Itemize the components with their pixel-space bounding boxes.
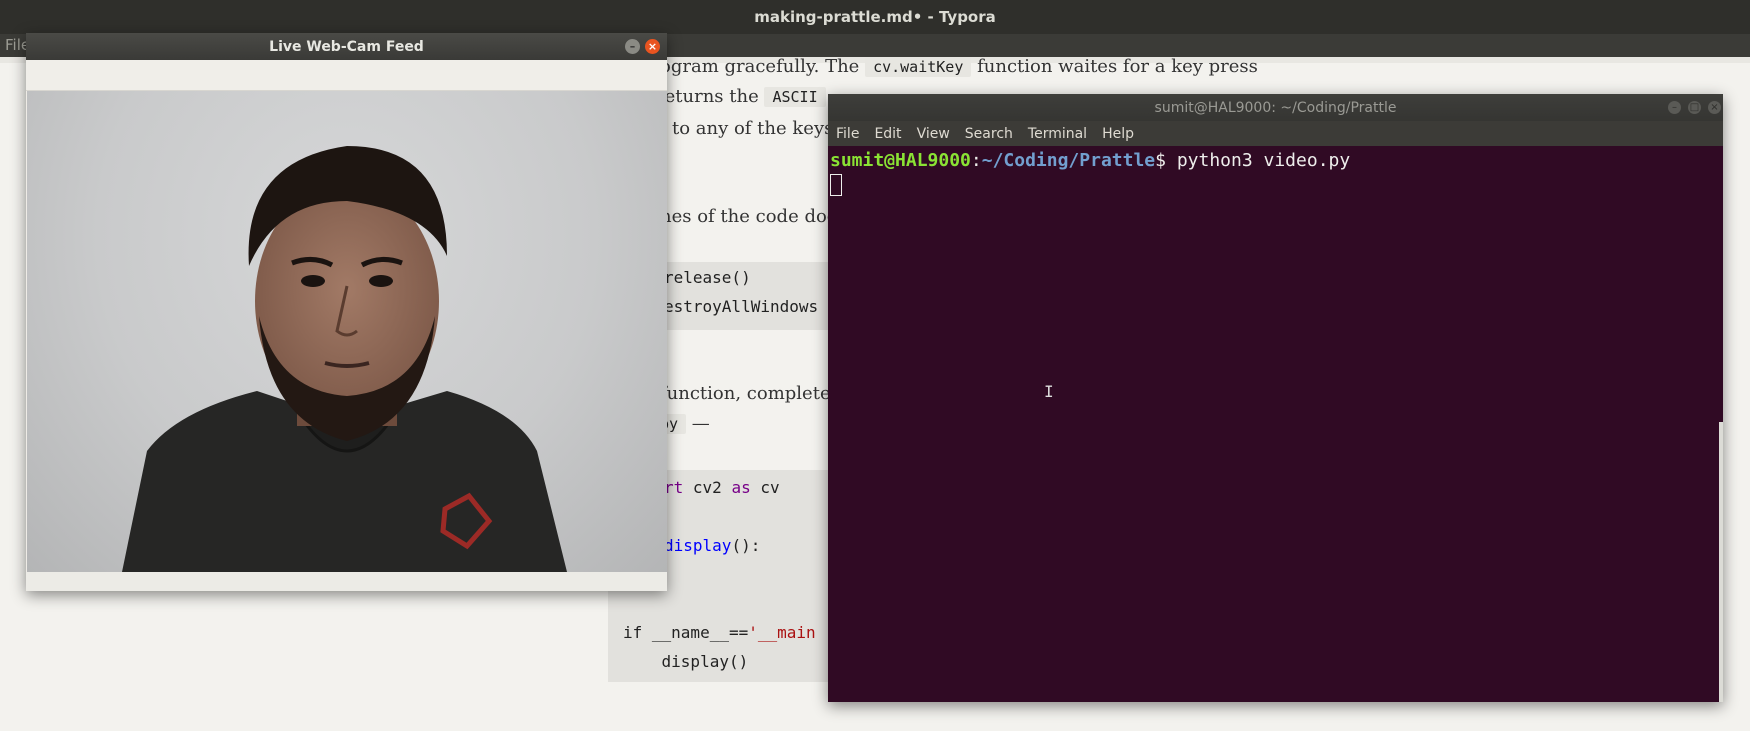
doc-paragraph-line: py —: [660, 413, 710, 434]
typora-titlebar: making-prattle.md• - Typora: [0, 0, 1750, 34]
terminal-menu-help[interactable]: Help: [1102, 126, 1134, 142]
doc-paragraph-line: s to any of the keys: [657, 118, 834, 139]
doc-paragraph-line: returns the ASCII: [656, 86, 826, 107]
doc-text: ogram gracefully. The: [660, 56, 860, 77]
doc-paragraph-line: function, complete: [660, 383, 831, 404]
code-text: cv2: [683, 478, 732, 497]
doc-paragraph-line: ogram gracefully. The cv.waitKey functio…: [660, 56, 1258, 77]
terminal-scrollbar[interactable]: [1719, 422, 1723, 702]
code-line: estroyAllWindows: [664, 297, 819, 316]
webcam-statusbar: [26, 572, 667, 591]
doc-text: —: [691, 413, 710, 434]
minimize-icon[interactable]: –: [1668, 101, 1681, 114]
webcam-titlebar[interactable]: Live Web-Cam Feed – ×: [26, 33, 667, 60]
code-line: rt cv2 as cv: [664, 478, 780, 497]
terminal-menu-file[interactable]: File: [836, 126, 859, 142]
webcam-person-image: [122, 146, 567, 572]
minimize-icon[interactable]: –: [625, 39, 640, 54]
webcam-toolbar: [26, 60, 667, 91]
prompt-dollar: $: [1155, 150, 1177, 171]
close-icon[interactable]: ×: [645, 39, 660, 54]
code-text: cv: [750, 478, 780, 497]
prompt-separator: :: [970, 150, 982, 171]
code-string: '__main: [748, 623, 816, 642]
close-icon[interactable]: ×: [1708, 101, 1721, 114]
code-keyword: as: [731, 478, 751, 497]
inline-code: cv.waitKey: [865, 57, 972, 77]
terminal-menubar: File Edit View Search Terminal Help: [828, 121, 1723, 146]
code-line: if __name__=='__main: [623, 623, 816, 642]
typora-window-title: making-prattle.md• - Typora: [754, 8, 996, 26]
webcam-window[interactable]: Live Web-Cam Feed – ×: [26, 33, 667, 591]
code-line: display():: [664, 536, 760, 555]
webcam-window-title: Live Web-Cam Feed: [269, 38, 424, 55]
terminal-menu-search[interactable]: Search: [965, 126, 1013, 142]
doc-text: function waites for a key press: [977, 56, 1258, 77]
maximize-icon[interactable]: □: [1688, 101, 1701, 114]
terminal-body[interactable]: sumit@HAL9000:~/Coding/Prattle$ python3 …: [828, 146, 1723, 702]
doc-paragraph-line: nes of the code doe: [660, 206, 838, 227]
terminal-window-title: sumit@HAL9000: ~/Coding/Prattle: [1154, 99, 1397, 116]
terminal-window[interactable]: sumit@HAL9000: ~/Coding/Prattle – □ × Fi…: [828, 94, 1723, 702]
code-text: ():: [731, 536, 761, 555]
terminal-menu-terminal[interactable]: Terminal: [1028, 126, 1087, 142]
code-line: display(): [623, 652, 749, 671]
terminal-prompt-line: sumit@HAL9000:~/Coding/Prattle$ python3 …: [830, 150, 1350, 171]
code-text: if __name__==: [623, 623, 749, 642]
code-line: release(): [664, 268, 751, 287]
code-function: display: [664, 536, 732, 555]
inline-code: ASCII: [764, 87, 826, 107]
terminal-titlebar[interactable]: sumit@HAL9000: ~/Coding/Prattle – □ ×: [828, 94, 1723, 121]
prompt-user: sumit@HAL9000: [830, 150, 971, 171]
doc-text: returns the: [656, 86, 759, 107]
terminal-cursor: [830, 174, 842, 196]
mouse-ibeam-icon: I: [1044, 382, 1054, 401]
terminal-command: python3 video.py: [1176, 150, 1351, 171]
terminal-menu-edit[interactable]: Edit: [874, 126, 901, 142]
prompt-path: ~/Coding/Prattle: [981, 150, 1156, 171]
webcam-video-feed: [27, 91, 667, 572]
terminal-menu-view[interactable]: View: [917, 126, 950, 142]
